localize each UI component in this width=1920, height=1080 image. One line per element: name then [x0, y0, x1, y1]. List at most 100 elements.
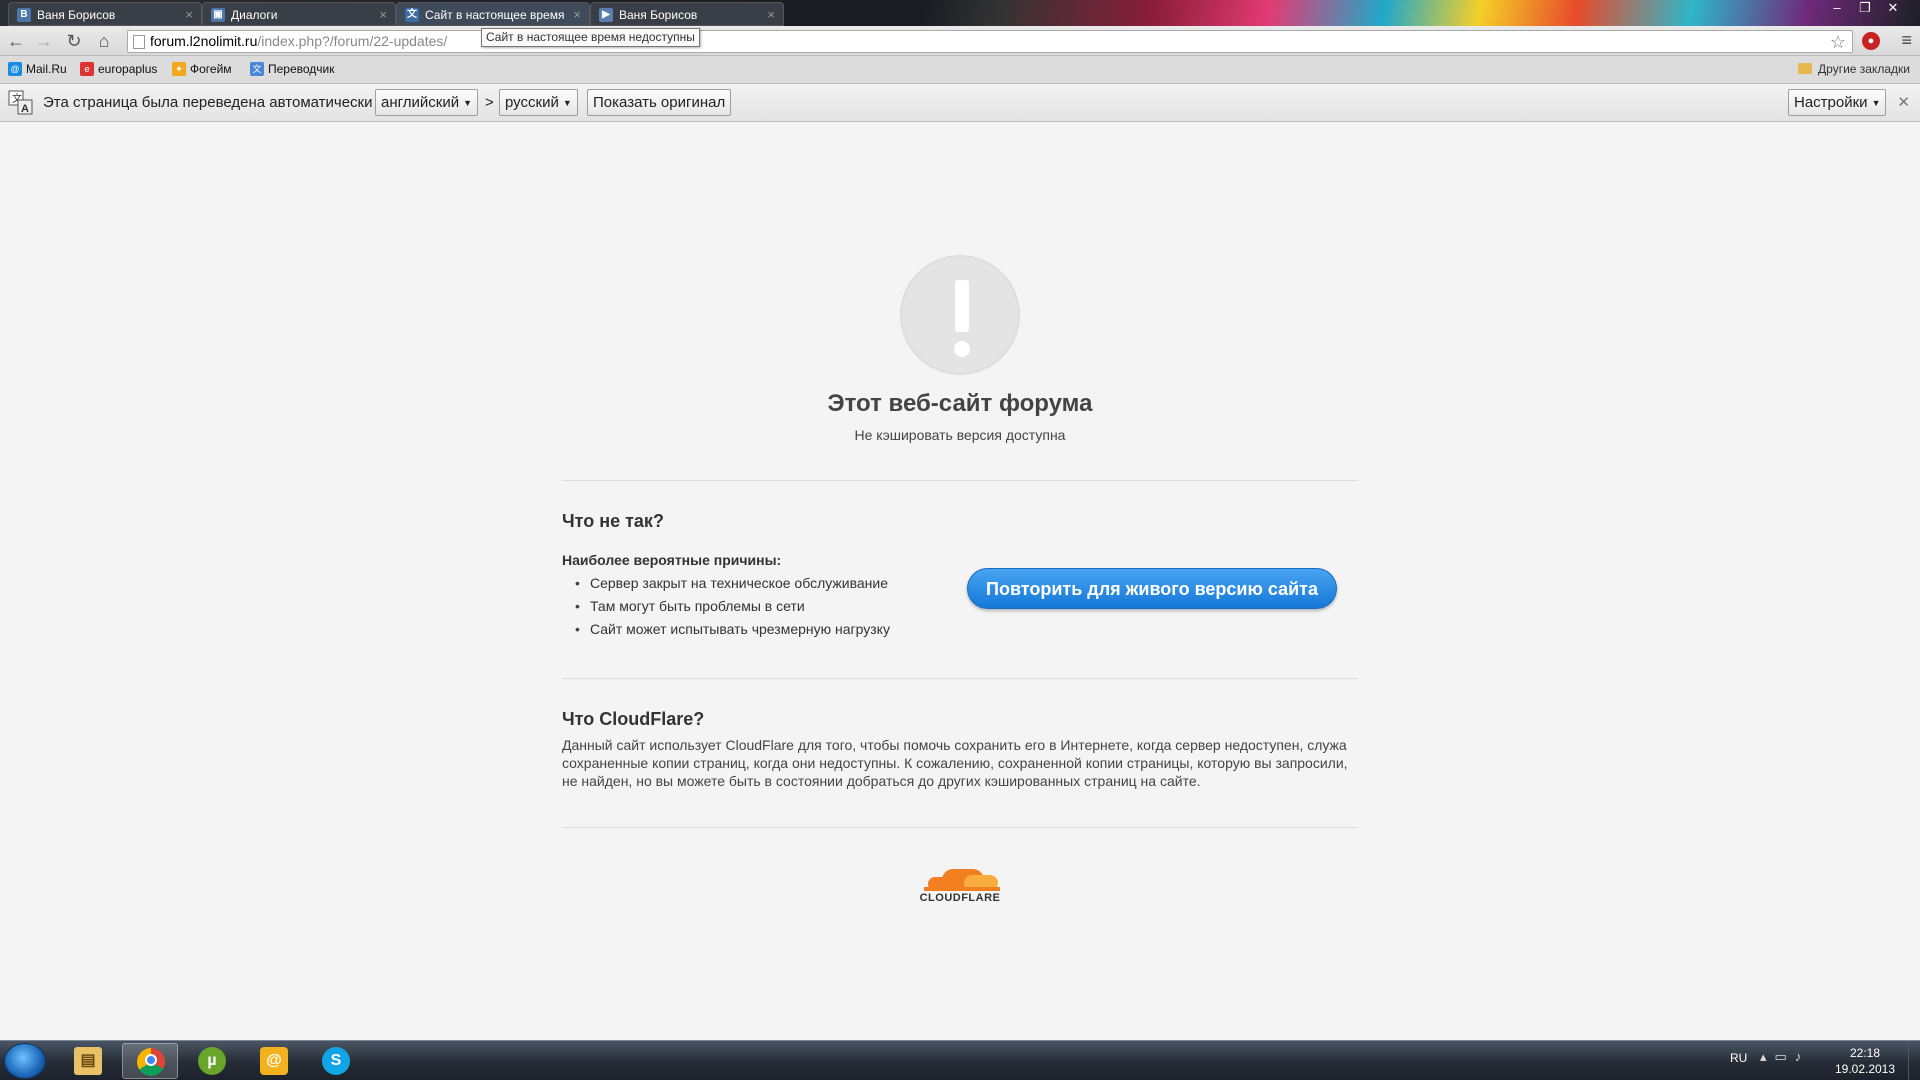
bookmark-fogame[interactable]: ✦ Фогейм: [172, 62, 232, 76]
europaplus-icon: e: [80, 62, 94, 76]
language-separator: >: [485, 94, 494, 111]
exclamation-icon: [900, 255, 1020, 375]
address-bar[interactable]: forum.l2nolimit.ru/index.php?/forum/22-u…: [127, 30, 1853, 53]
caret-down-icon: ▼: [562, 97, 572, 108]
tab-vk-profile[interactable]: В Ваня Борисов ×: [8, 2, 202, 26]
mailagent-icon: @: [260, 1047, 288, 1075]
explorer-icon: ▤: [74, 1047, 102, 1075]
page-content: Этот веб-сайт форума Не кэшировать верси…: [0, 122, 1920, 1040]
taskbar-utorrent[interactable]: µ: [184, 1043, 240, 1079]
forward-button[interactable]: →: [32, 29, 56, 53]
list-item: Сервер закрыт на техническое обслуживани…: [575, 572, 890, 595]
taskbar-skype[interactable]: S: [308, 1043, 364, 1079]
show-desktop-button[interactable]: [1908, 1041, 1920, 1080]
url-path: /index.php?/forum/22-updates/: [257, 33, 448, 49]
what-is-cloudflare-heading: Что CloudFlare?: [562, 709, 705, 729]
retry-live-site-button[interactable]: Повторить для живого версию сайта: [967, 568, 1337, 609]
causes-list: Сервер закрыт на техническое обслуживани…: [575, 572, 890, 641]
tab-close-icon[interactable]: ×: [573, 3, 581, 25]
cloudflare-logo-text: CLOUDFLARE: [919, 892, 1001, 904]
mailru-icon: @: [8, 62, 22, 76]
home-button[interactable]: ⌂: [92, 29, 116, 53]
system-tray[interactable]: ▴▭♪: [1760, 1049, 1809, 1065]
restore-button[interactable]: ❐: [1851, 0, 1879, 18]
tab-close-icon[interactable]: ×: [185, 3, 193, 25]
target-language-select[interactable]: русский ▼: [499, 89, 578, 116]
tab-title: Диалоги: [231, 8, 278, 22]
tab-current-site[interactable]: 文 Сайт в настоящее время ×: [396, 2, 590, 26]
close-window-button[interactable]: ✕: [1879, 0, 1907, 18]
other-bookmarks-label: Другие закладки: [1818, 62, 1910, 76]
chrome-menu-icon[interactable]: ≡: [1901, 30, 1912, 51]
page-icon: [133, 35, 145, 49]
close-infobar-icon[interactable]: ✕: [1897, 93, 1910, 111]
divider: [562, 480, 1358, 481]
bookmark-star-icon[interactable]: ☆: [1830, 32, 1846, 53]
video-icon: ▶: [599, 8, 613, 22]
clock-date: 19.02.2013: [1834, 1062, 1896, 1076]
url-text: forum.l2nolimit.ru/index.php?/forum/22-u…: [150, 33, 447, 49]
bookmark-label: Переводчик: [268, 62, 335, 76]
back-button[interactable]: ←: [4, 29, 28, 53]
tab-title: Сайт в настоящее время: [425, 8, 565, 22]
reload-button[interactable]: ↻: [62, 29, 86, 53]
taskbar-chrome[interactable]: [122, 1043, 178, 1079]
caret-down-icon: ▼: [463, 97, 473, 108]
taskbar-explorer[interactable]: ▤: [60, 1043, 116, 1079]
translate-icon: 文A: [8, 90, 34, 116]
cloudflare-description: Данный сайт использует CloudFlare для то…: [562, 737, 1348, 789]
network-icon[interactable]: ▭: [1775, 1049, 1795, 1064]
vk-icon: В: [17, 8, 31, 22]
volume-icon[interactable]: ♪: [1795, 1049, 1810, 1064]
start-button[interactable]: [4, 1043, 46, 1079]
tab-close-icon[interactable]: ×: [379, 3, 387, 25]
tab-title: Ваня Борисов: [37, 8, 116, 22]
source-language-value: английский: [381, 94, 460, 111]
translate-icon: 文: [405, 8, 419, 22]
svg-text:A: A: [21, 103, 29, 115]
translate-message: Эта страница была переведена автоматичес…: [43, 94, 373, 111]
chrome-icon: [137, 1048, 165, 1076]
translator-icon: 文: [250, 62, 264, 76]
url-domain: forum.l2nolimit.ru: [150, 33, 258, 49]
bookmark-translator[interactable]: 文 Переводчик: [250, 62, 335, 76]
browser-tab-strip: В Ваня Борисов × ▣ Диалоги × 文 Сайт в на…: [0, 0, 1920, 26]
settings-label: Настройки: [1794, 94, 1868, 111]
utorrent-icon: µ: [198, 1047, 226, 1075]
tab-dialogs[interactable]: ▣ Диалоги ×: [202, 2, 396, 26]
tray-arrow-icon[interactable]: ▴: [1760, 1049, 1775, 1064]
bookmark-label: europaplus: [98, 62, 158, 76]
bookmark-mailru[interactable]: @ Mail.Ru: [8, 62, 67, 76]
bookmark-europaplus[interactable]: e europaplus: [80, 62, 157, 76]
clock-time: 22:18: [1849, 1046, 1881, 1060]
divider: [562, 678, 1358, 679]
source-language-select[interactable]: английский ▼: [375, 89, 479, 116]
page-title: Этот веб-сайт форума: [827, 390, 1093, 417]
fogame-icon: ✦: [172, 62, 186, 76]
whats-wrong-heading: Что не так?: [562, 511, 664, 531]
adblock-extension-icon[interactable]: ●: [1862, 32, 1880, 50]
list-item: Сайт может испытывать чрезмерную нагрузк…: [575, 618, 890, 641]
folder-icon: [1798, 63, 1813, 74]
tab-close-icon[interactable]: ×: [767, 3, 775, 25]
chat-icon: ▣: [211, 8, 225, 22]
translate-settings-button[interactable]: Настройки ▼: [1788, 89, 1887, 116]
tab-vk-video[interactable]: ▶ Ваня Борисов ×: [590, 2, 784, 26]
causes-heading: Наиболее вероятные причины:: [562, 552, 782, 568]
bookmark-label: Mail.Ru: [26, 62, 67, 76]
tab-tooltip: Сайт в настоящее время недоступны: [481, 28, 700, 47]
windows-taskbar: ▤ µ @ S RU ▴▭♪ 22:18 19.02.2013: [0, 1040, 1920, 1080]
translate-infobar: 文A Эта страница была переведена автомати…: [0, 84, 1920, 122]
language-indicator[interactable]: RU: [1730, 1051, 1747, 1065]
skype-icon: S: [322, 1047, 350, 1075]
other-bookmarks-folder[interactable]: Другие закладки: [1798, 62, 1910, 76]
clock[interactable]: 22:18 19.02.2013: [1830, 1045, 1900, 1077]
taskbar-mail-agent[interactable]: @: [246, 1043, 302, 1079]
divider: [562, 827, 1358, 828]
list-item: Там могут быть проблемы в сети: [575, 595, 890, 618]
target-language-value: русский: [505, 94, 559, 111]
bookmark-label: Фогейм: [190, 62, 232, 76]
show-original-button[interactable]: Показать оригинал: [587, 89, 732, 116]
minimize-button[interactable]: –: [1823, 0, 1851, 18]
page-subtitle: Не кэшировать версия доступна: [854, 427, 1066, 443]
